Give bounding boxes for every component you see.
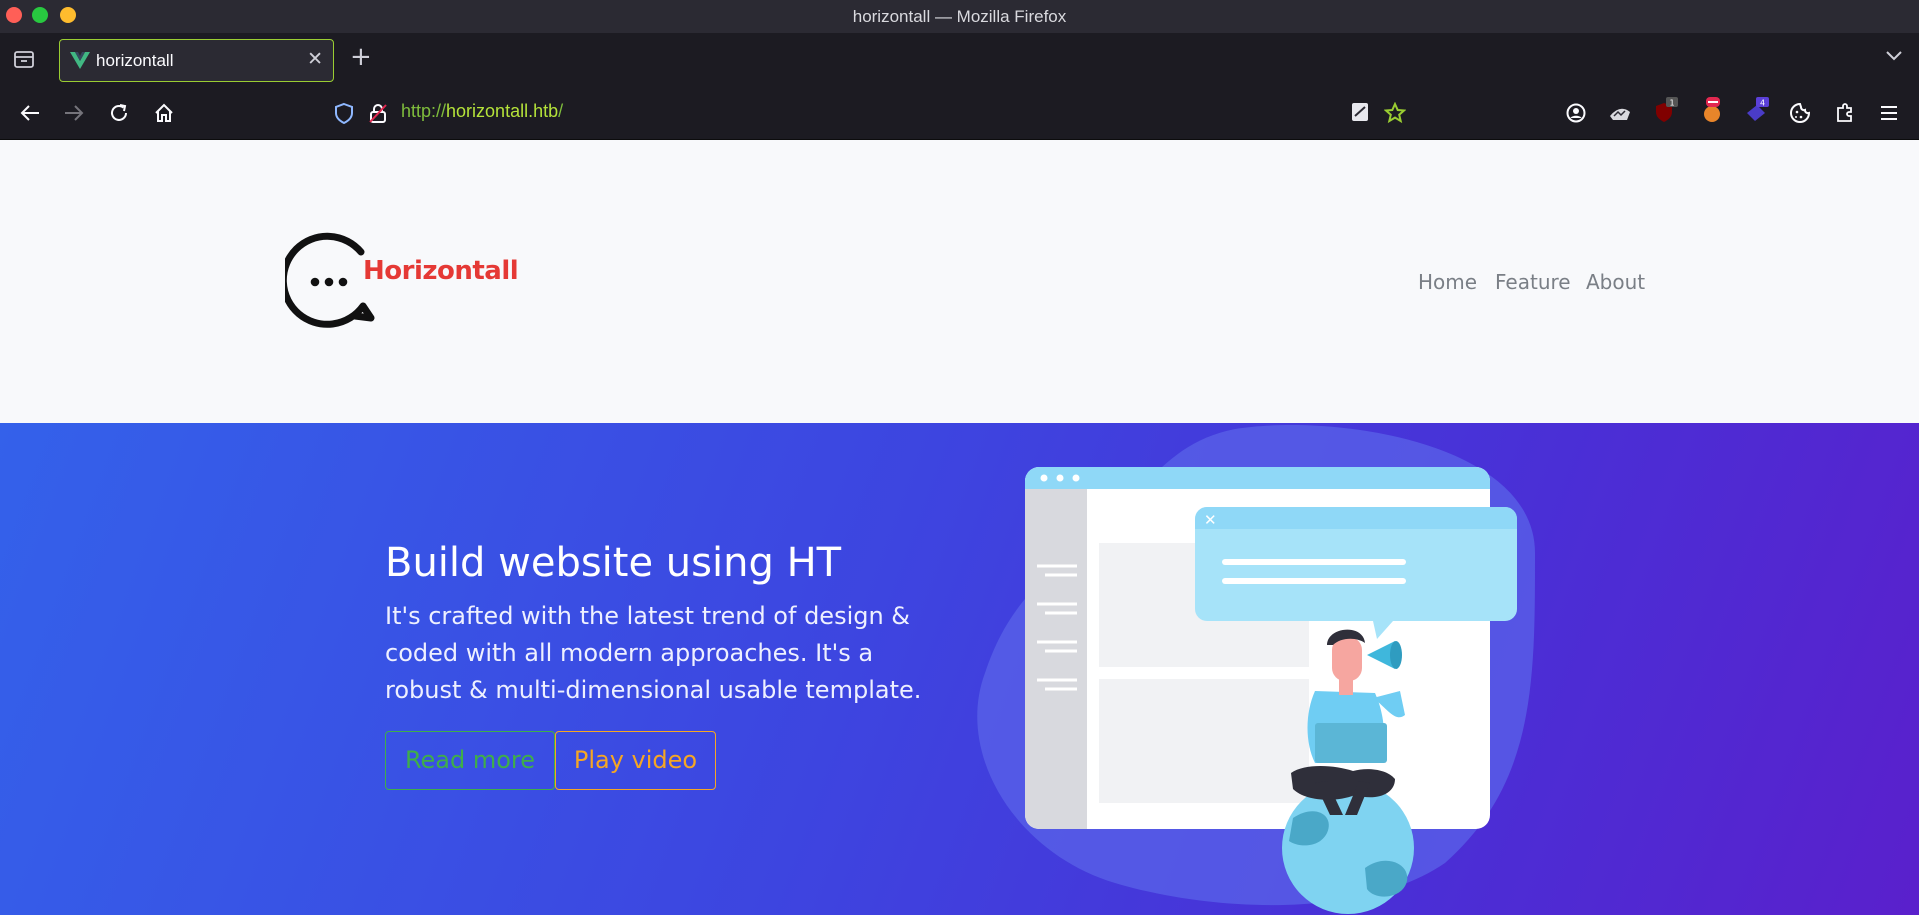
chevron-down-icon[interactable] (1885, 47, 1903, 66)
forward-icon[interactable] (63, 102, 85, 128)
url-bar[interactable]: http://horizontall.htb/ (401, 101, 563, 122)
url-protocol: http:// (401, 101, 447, 121)
wappalyzer-icon[interactable] (1608, 102, 1632, 128)
hero-section: Build website using HT It's crafted with… (0, 423, 1919, 915)
insecure-lock-icon[interactable] (368, 102, 388, 128)
bookmark-star-icon[interactable] (1383, 101, 1407, 128)
close-tab-icon[interactable]: ✕ (307, 48, 323, 70)
reload-icon[interactable] (108, 102, 130, 128)
url-host: horizontall.htb (446, 101, 559, 121)
ublock-origin-icon[interactable]: 1 (1654, 97, 1678, 127)
play-video-button[interactable]: Play video (555, 731, 716, 790)
navigation-toolbar: http://horizontall.htb/ 1 4 (0, 87, 1919, 140)
nav-feature[interactable]: Feature (1495, 270, 1571, 294)
hero-lead: It's crafted with the latest trend of de… (385, 602, 922, 704)
new-tab-button[interactable]: + (350, 42, 372, 72)
site-header: Horizontall Home Feature About (0, 140, 1919, 423)
shield-icon[interactable] (334, 102, 354, 128)
nav-about[interactable]: About (1586, 270, 1645, 294)
extensions-puzzle-icon[interactable] (1834, 102, 1856, 128)
window-title: horizontall — Mozilla Firefox (852, 7, 1067, 26)
url-path: / (558, 101, 564, 121)
extension-purple-badge: 4 (1760, 99, 1765, 108)
brand-name[interactable]: Horizontall (363, 256, 519, 286)
tab-list-icon[interactable] (13, 49, 35, 73)
hero-illustration: ✕ (977, 424, 1535, 914)
cookie-icon[interactable] (1789, 102, 1811, 128)
home-icon[interactable] (153, 102, 175, 128)
back-icon[interactable] (19, 102, 41, 128)
nav-home[interactable]: Home (1418, 270, 1477, 294)
foxyproxy-icon[interactable] (1700, 97, 1724, 127)
extension-purple-icon[interactable]: 4 (1745, 97, 1769, 127)
tab-horizontall[interactable]: horizontall ✕ (59, 39, 334, 82)
page-action-icon[interactable] (1351, 102, 1369, 126)
svg-text:✕: ✕ (1204, 511, 1217, 529)
page-viewport: Horizontall Home Feature About Build web… (0, 140, 1919, 915)
read-more-button[interactable]: Read more (385, 731, 555, 790)
hamburger-menu-icon[interactable] (1879, 102, 1899, 128)
tab-label: horizontall (96, 51, 174, 70)
ublock-badge: 1 (1669, 99, 1674, 108)
vue-icon (70, 51, 90, 73)
tab-strip: horizontall ✕ + (0, 33, 1919, 87)
window-titlebar: horizontall — Mozilla Firefox (0, 0, 1919, 33)
hero-title: Build website using HT (385, 540, 842, 586)
account-icon[interactable] (1565, 102, 1587, 128)
